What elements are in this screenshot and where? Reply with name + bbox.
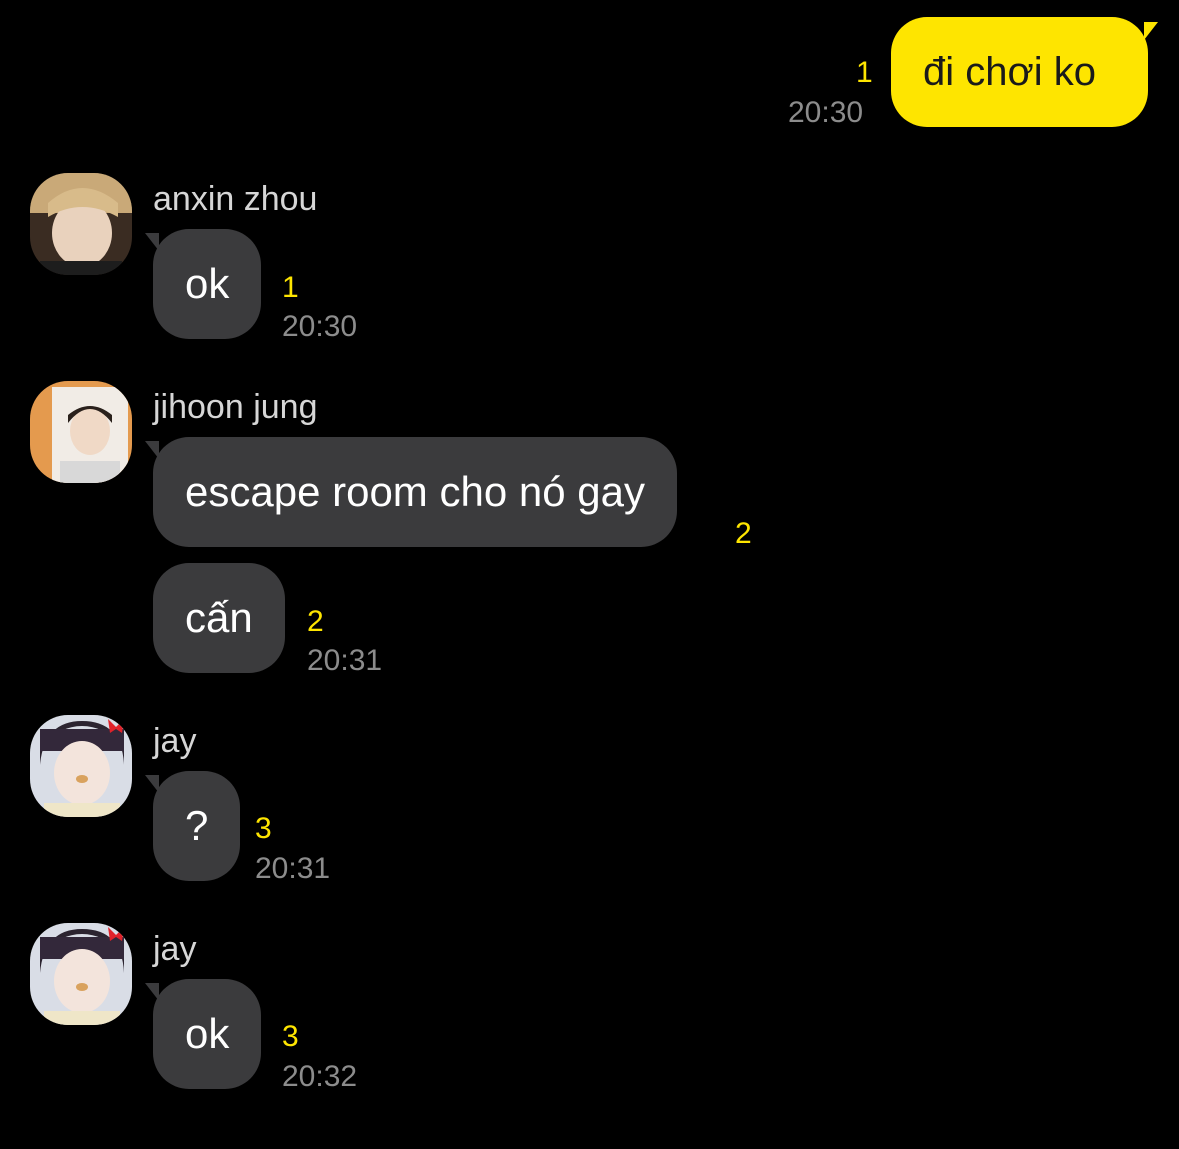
unread-count: 2 <box>735 517 752 550</box>
unread-count: 1 <box>856 56 873 89</box>
sender-name: jihoon jung <box>153 388 318 426</box>
message-text: ok <box>185 1010 230 1057</box>
message-time: 20:32 <box>282 1060 358 1093</box>
incoming-message-bubble[interactable]: escape room cho nó gay <box>153 437 677 547</box>
avatar[interactable] <box>30 381 132 483</box>
message-time: 20:30 <box>282 310 358 343</box>
message-text: ok <box>185 260 230 307</box>
incoming-message-bubble[interactable]: ok <box>153 979 262 1089</box>
avatar[interactable] <box>30 173 132 275</box>
message-text: cấn <box>185 594 253 641</box>
sender-name: jay <box>153 930 197 968</box>
message-text: đi chơi ko <box>923 50 1096 94</box>
message-time: 20:31 <box>255 852 331 885</box>
message-time: 20:30 <box>788 96 864 129</box>
unread-count: 1 <box>282 271 299 304</box>
incoming-message-bubble[interactable]: cấn <box>153 563 285 673</box>
sender-name: anxin zhou <box>153 180 318 218</box>
incoming-message-bubble[interactable]: ok <box>153 229 262 339</box>
avatar[interactable] <box>30 715 132 817</box>
bubble-tail <box>1144 22 1158 40</box>
avatar[interactable] <box>30 923 132 1025</box>
unread-count: 3 <box>255 812 272 845</box>
unread-count: 2 <box>307 605 324 638</box>
sender-name: jay <box>153 722 197 760</box>
message-time: 20:31 <box>307 644 383 677</box>
message-text: ? <box>185 802 209 849</box>
outgoing-message-bubble[interactable]: đi chơi ko <box>891 17 1148 127</box>
incoming-message-bubble[interactable]: ? <box>153 771 241 881</box>
message-text: escape room cho nó gay <box>185 468 645 515</box>
unread-count: 3 <box>282 1020 299 1053</box>
